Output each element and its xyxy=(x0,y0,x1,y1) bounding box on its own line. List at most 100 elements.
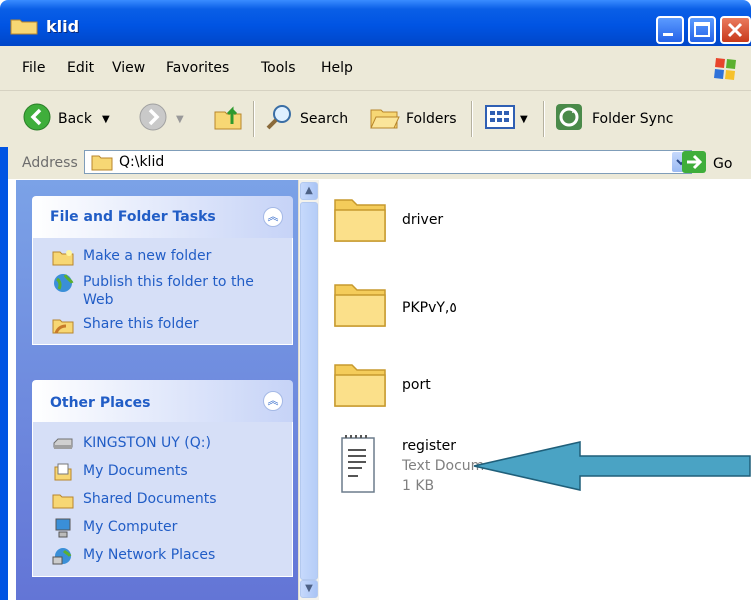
file-size: 1 KB xyxy=(402,478,435,494)
my-computer-icon xyxy=(51,518,75,538)
panel-body: Make a new folder Publish this folder to… xyxy=(32,238,293,345)
file-name: driver xyxy=(402,212,444,228)
task-label: Make a new folder xyxy=(83,248,212,264)
scrollbar-thumb[interactable] xyxy=(300,202,318,580)
place-label: My Documents xyxy=(83,463,188,479)
my-documents-icon xyxy=(51,462,75,482)
folders-label: Folders xyxy=(406,111,457,127)
drive-icon xyxy=(51,434,75,454)
file-item-register[interactable]: register Text Docum 1 KB xyxy=(332,432,492,494)
folder-sync-button[interactable]: Folder Sync xyxy=(554,103,673,135)
text-document-icon xyxy=(338,432,382,500)
menu-tools[interactable]: Tools xyxy=(261,60,296,76)
forward-arrow-icon xyxy=(138,102,168,136)
search-button[interactable]: Search xyxy=(264,103,348,135)
place-label: Shared Documents xyxy=(83,491,217,507)
folder-sync-icon xyxy=(554,102,584,136)
place-label: My Network Places xyxy=(83,547,216,563)
back-dropdown-icon[interactable]: ▼ xyxy=(102,114,110,125)
folder-icon xyxy=(332,284,388,335)
views-dropdown-icon[interactable]: ▼ xyxy=(520,114,528,125)
menu-edit[interactable]: Edit xyxy=(67,60,94,76)
task-pane: File and Folder Tasks ︽ Make a new folde… xyxy=(16,180,298,600)
toolbar-separator xyxy=(543,101,545,137)
file-folder-tasks-panel: File and Folder Tasks ︽ Make a new folde… xyxy=(32,196,293,345)
place-label: KINGSTON UY (Q:) xyxy=(83,435,211,451)
task-label: Publish this folder to the Web xyxy=(83,274,254,308)
toolbar-separator xyxy=(253,101,255,137)
forward-button[interactable]: ▼ xyxy=(138,103,184,135)
file-name: port xyxy=(402,377,431,393)
file-name: register xyxy=(402,438,456,454)
search-icon xyxy=(264,102,294,136)
up-folder-icon xyxy=(212,102,244,136)
new-folder-icon xyxy=(51,247,75,267)
windows-logo-icon xyxy=(712,54,742,86)
folder-icon xyxy=(332,199,388,250)
views-button[interactable]: ▼ xyxy=(484,103,528,135)
folder-sync-label: Folder Sync xyxy=(592,111,674,127)
annotation-arrow xyxy=(473,441,751,491)
scroll-up-icon[interactable]: ▲ xyxy=(300,182,318,200)
address-label: Address xyxy=(22,155,78,171)
forward-dropdown-icon[interactable]: ▼ xyxy=(176,114,184,125)
vertical-scrollbar[interactable]: ▲ ▼ xyxy=(298,180,319,600)
other-places-panel: Other Places ︽ KINGSTON UY (Q:) My Docum… xyxy=(32,380,293,577)
search-label: Search xyxy=(300,111,349,127)
window-title: klid xyxy=(46,17,80,36)
shared-documents-icon xyxy=(51,490,75,510)
network-places-icon xyxy=(51,546,75,566)
menu-help[interactable]: Help xyxy=(321,60,353,76)
menu-bar: File Edit View Favorites Tools Help xyxy=(0,46,751,91)
menu-file[interactable]: File xyxy=(22,60,45,76)
task-publish-folder[interactable]: Publish this folder to the Web xyxy=(33,270,292,312)
go-label: Go xyxy=(713,156,733,172)
share-folder-icon xyxy=(51,315,75,335)
up-folder-button[interactable] xyxy=(212,103,244,135)
back-label: Back xyxy=(58,111,92,127)
folder-icon xyxy=(332,364,388,415)
address-input[interactable]: Q:\klid xyxy=(84,150,692,174)
place-my-documents[interactable]: My Documents xyxy=(33,458,292,486)
address-value: Q:\klid xyxy=(119,154,165,170)
panel-header[interactable]: Other Places ︽ xyxy=(32,380,293,422)
panel-body: KINGSTON UY (Q:) My Documents Shared Doc… xyxy=(32,422,293,577)
panel-title: File and Folder Tasks xyxy=(50,209,216,225)
collapse-icon[interactable]: ︽ xyxy=(263,207,283,227)
place-label: My Computer xyxy=(83,519,178,535)
file-item-driver[interactable]: driver xyxy=(332,190,443,250)
publish-web-icon xyxy=(51,273,75,293)
folder-icon xyxy=(91,153,113,175)
scroll-down-icon[interactable]: ▼ xyxy=(300,580,318,598)
back-arrow-icon xyxy=(22,102,52,136)
place-shared-documents[interactable]: Shared Documents xyxy=(33,486,292,514)
task-share-folder[interactable]: Share this folder xyxy=(33,312,292,338)
title-bar[interactable]: klid xyxy=(0,0,751,46)
menu-favorites[interactable]: Favorites xyxy=(166,60,229,76)
close-button[interactable] xyxy=(720,16,751,44)
file-item-pkpvy[interactable]: PKPvY,٥ xyxy=(332,275,457,335)
toolbar: Back ▼ ▼ Search Folders ▼ Folder Sync xyxy=(0,91,751,148)
file-name: PKPvY,٥ xyxy=(402,300,457,316)
minimize-button[interactable] xyxy=(656,16,684,44)
task-make-new-folder[interactable]: Make a new folder xyxy=(33,244,292,270)
panel-header[interactable]: File and Folder Tasks ︽ xyxy=(32,196,293,238)
go-button[interactable]: Go xyxy=(681,150,732,178)
folder-icon xyxy=(10,17,38,39)
folders-icon xyxy=(368,102,400,136)
place-my-network-places[interactable]: My Network Places xyxy=(33,542,292,570)
place-my-computer[interactable]: My Computer xyxy=(33,514,292,542)
folders-button[interactable]: Folders xyxy=(368,103,457,135)
collapse-icon[interactable]: ︽ xyxy=(263,391,283,411)
file-item-port[interactable]: port xyxy=(332,355,431,415)
go-arrow-icon xyxy=(681,150,707,178)
task-label: Share this folder xyxy=(83,316,199,332)
maximize-button[interactable] xyxy=(688,16,716,44)
toolbar-separator xyxy=(471,101,473,137)
panel-title: Other Places xyxy=(50,395,151,411)
window-left-border xyxy=(0,147,8,600)
menu-view[interactable]: View xyxy=(112,60,145,76)
address-bar: Address Q:\klid Go xyxy=(0,147,751,179)
back-button[interactable]: Back ▼ xyxy=(22,103,110,135)
place-kingston-drive[interactable]: KINGSTON UY (Q:) xyxy=(33,430,292,458)
